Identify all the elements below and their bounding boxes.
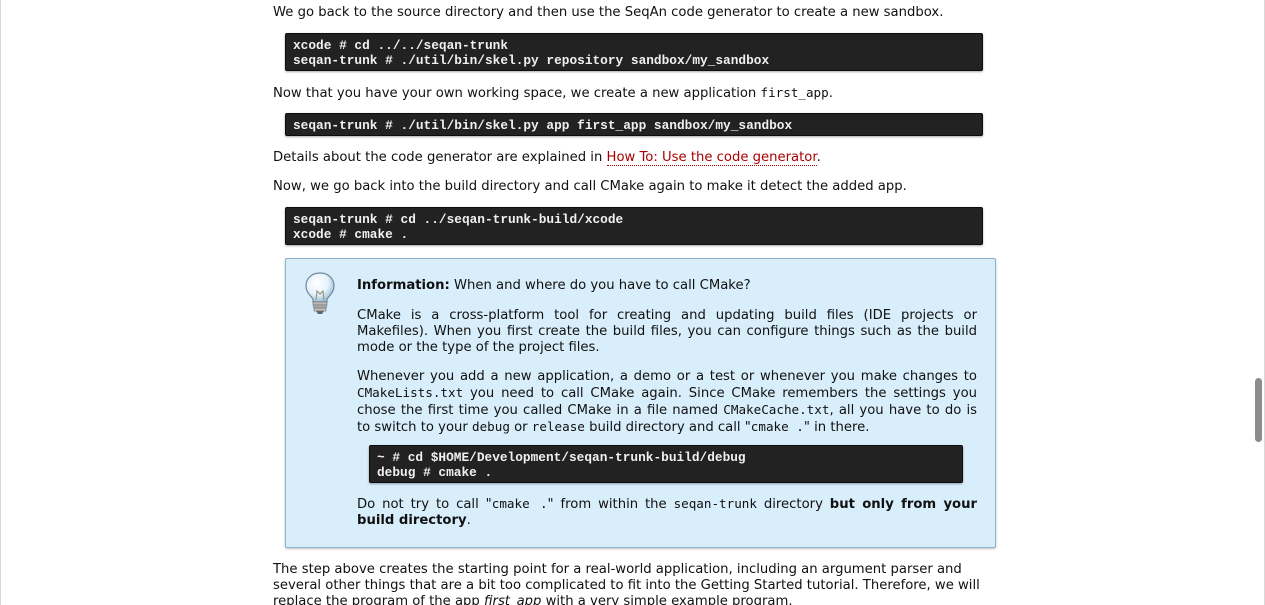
inline-code-cmake-dot: cmake . xyxy=(491,496,548,511)
paragraph-next-steps-line-3: replace the program of the app first_app… xyxy=(273,594,996,605)
information-paragraph-cmake: CMake is a cross-platform tool for creat… xyxy=(357,308,977,355)
paragraph-next-steps-line-2: several other things that are a bit too … xyxy=(273,578,980,593)
information-paragraph-warning: Do not try to call "cmake ." from within… xyxy=(357,496,977,528)
code-line: seqan-trunk # ./util/bin/skel.py app fir… xyxy=(293,118,793,133)
scrollbar-thumb[interactable] xyxy=(1255,378,1262,442)
code-line: ~ # cd $HOME/Development/seqan-trunk-bui… xyxy=(377,450,746,465)
scrollbar-track[interactable] xyxy=(1253,0,1263,605)
paragraph-build-directory: Now, we go back into the build directory… xyxy=(273,179,907,194)
window-border-left xyxy=(0,0,1,605)
paragraph-next-steps-line-1: The step above creates the starting poin… xyxy=(273,562,962,577)
information-title: Information: When and where do you have … xyxy=(357,278,751,293)
code-block-create-sandbox[interactable]: xcode # cd ../../seqan-trunk seqan-trunk… xyxy=(285,33,983,71)
inline-code-seqan-trunk: seqan-trunk xyxy=(673,496,757,511)
inline-code-first-app: first_app xyxy=(760,85,829,100)
inline-code-cmake-dot: cmake . xyxy=(750,419,804,434)
paragraph-code-generator-details: Details about the code generator are exp… xyxy=(273,150,821,166)
lightbulb-icon xyxy=(305,272,335,314)
code-line: xcode # cmake . xyxy=(293,227,409,242)
information-box: Information: When and where do you have … xyxy=(285,258,996,548)
inline-code-cmakelists: CMakeLists.txt xyxy=(357,385,464,400)
code-line: seqan-trunk # ./util/bin/skel.py reposit… xyxy=(293,53,770,68)
code-block-debug-build[interactable]: ~ # cd $HOME/Development/seqan-trunk-bui… xyxy=(369,445,963,483)
code-line: seqan-trunk # cd ../seqan-trunk-build/xc… xyxy=(293,212,624,227)
emphasis-first-app: first_app xyxy=(484,594,542,605)
inline-code-debug: debug xyxy=(472,419,510,434)
code-line: debug # cmake . xyxy=(377,465,493,480)
paragraph-working-space: Now that you have your own working space… xyxy=(273,85,833,101)
paragraph-source-directory: We go back to the source directory and t… xyxy=(273,5,944,20)
inline-code-cmakecache: CMakeCache.txt xyxy=(723,402,830,417)
code-block-create-app[interactable]: seqan-trunk # ./util/bin/skel.py app fir… xyxy=(285,113,983,136)
information-paragraph-rerun: Whenever you add a new application, a de… xyxy=(357,369,977,435)
inline-code-release: release xyxy=(531,419,585,434)
link-how-to-code-generator[interactable]: How To: Use the code generator xyxy=(606,150,817,166)
information-label: Information: xyxy=(357,278,450,293)
code-line: xcode # cd ../../seqan-trunk xyxy=(293,38,509,53)
code-block-cmake-rerun[interactable]: seqan-trunk # cd ../seqan-trunk-build/xc… xyxy=(285,207,983,245)
